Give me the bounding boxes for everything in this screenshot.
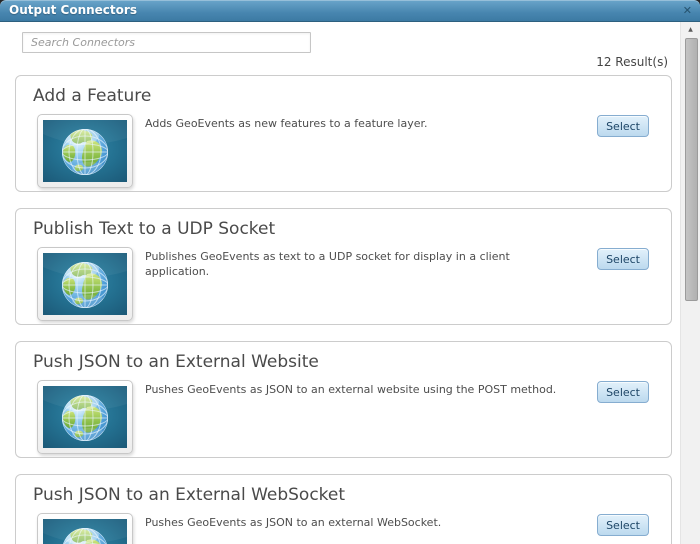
globe-icon <box>37 114 133 188</box>
output-connectors-dialog: Output Connectors ✕ 12 Result(s) Add a F… <box>0 0 700 544</box>
scrollbar[interactable]: ▲ <box>680 22 700 544</box>
connector-description: Pushes GeoEvents as JSON to an external … <box>145 383 557 396</box>
dialog-content: 12 Result(s) Add a Feature Adds GeoEvent… <box>0 22 700 544</box>
close-icon[interactable]: ✕ <box>683 0 692 21</box>
connector-card: Add a Feature Adds GeoEvents as new feat… <box>15 75 672 192</box>
select-button[interactable]: Select <box>597 115 649 137</box>
globe-icon <box>37 513 133 544</box>
select-button[interactable]: Select <box>597 248 649 270</box>
search-input[interactable] <box>22 32 311 53</box>
dialog-titlebar[interactable]: Output Connectors ✕ <box>0 0 700 22</box>
scroll-up-arrow-icon[interactable]: ▲ <box>681 22 700 38</box>
connector-description: Publishes GeoEvents as text to a UDP soc… <box>145 250 510 278</box>
globe-icon <box>37 247 133 321</box>
connector-list: Add a Feature Adds GeoEvents as new feat… <box>15 75 672 544</box>
dialog-title: Output Connectors <box>9 3 137 17</box>
connector-row: Adds GeoEvents as new features to a feat… <box>32 114 649 188</box>
select-button[interactable]: Select <box>597 514 649 536</box>
select-button[interactable]: Select <box>597 381 649 403</box>
connector-title: Publish Text to a UDP Socket <box>33 219 276 239</box>
connector-row: Pushes GeoEvents as JSON to an external … <box>32 380 649 454</box>
connector-row: Publishes GeoEvents as text to a UDP soc… <box>32 247 649 321</box>
connector-row: Pushes GeoEvents as JSON to an external … <box>32 513 649 544</box>
connector-card: Publish Text to a UDP Socket Publishes G… <box>15 208 672 325</box>
globe-icon <box>37 380 133 454</box>
connector-card: Push JSON to an External Website Pushes … <box>15 341 672 458</box>
scrollbar-thumb[interactable] <box>685 38 698 301</box>
connector-description: Adds GeoEvents as new features to a feat… <box>145 117 428 130</box>
connector-title: Push JSON to an External WebSocket <box>33 485 346 505</box>
connector-title: Push JSON to an External Website <box>33 352 319 372</box>
connector-title: Add a Feature <box>33 86 152 106</box>
results-count: 12 Result(s) <box>596 55 668 69</box>
connector-card: Push JSON to an External WebSocket Pushe… <box>15 474 672 544</box>
connector-description: Pushes GeoEvents as JSON to an external … <box>145 516 442 529</box>
